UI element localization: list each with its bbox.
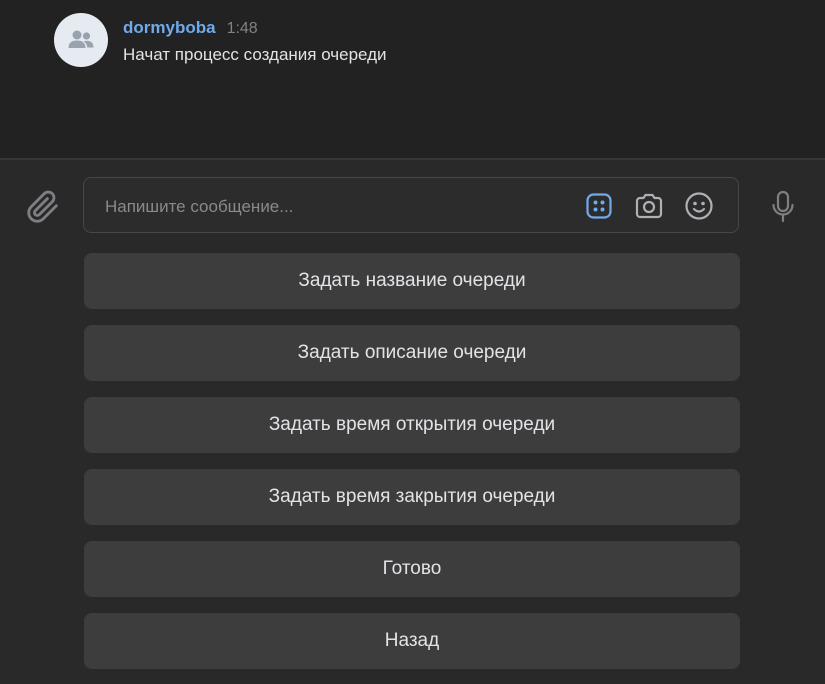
bot-keyboard-button[interactable] — [583, 190, 615, 222]
avatar[interactable] — [54, 13, 108, 67]
chat-message: dormyboba 1:48 Начат процесс создания оч… — [54, 13, 387, 67]
message-text: Начат процесс создания очереди — [123, 45, 387, 64]
message-header: dormyboba 1:48 — [123, 18, 387, 38]
attach-button[interactable] — [24, 188, 62, 226]
done-button[interactable]: Готово — [84, 541, 740, 597]
message-author[interactable]: dormyboba — [123, 18, 216, 38]
microphone-icon — [772, 190, 794, 223]
set-queue-name-button[interactable]: Задать название очереди — [84, 253, 740, 309]
message-input[interactable] — [103, 194, 577, 220]
set-queue-open-time-button[interactable]: Задать время открытия очереди — [84, 397, 740, 453]
emoji-button[interactable] — [683, 190, 715, 222]
bot-keyboard-icon — [586, 193, 612, 219]
camera-button[interactable] — [633, 190, 665, 222]
message-time: 1:48 — [226, 20, 258, 37]
paperclip-icon — [27, 190, 58, 223]
microphone-button[interactable] — [766, 188, 800, 226]
message-input-box — [83, 177, 739, 233]
users-icon — [68, 30, 94, 48]
back-button[interactable]: Назад — [84, 613, 740, 669]
smile-icon — [685, 192, 713, 220]
chat-history: dormyboba 1:48 Начат процесс создания оч… — [0, 0, 825, 158]
message-body: dormyboba 1:48 Начат процесс создания оч… — [123, 18, 387, 67]
set-queue-description-button[interactable]: Задать описание очереди — [84, 325, 740, 381]
set-queue-close-time-button[interactable]: Задать время закрытия очереди — [84, 469, 740, 525]
camera-icon — [635, 193, 663, 219]
